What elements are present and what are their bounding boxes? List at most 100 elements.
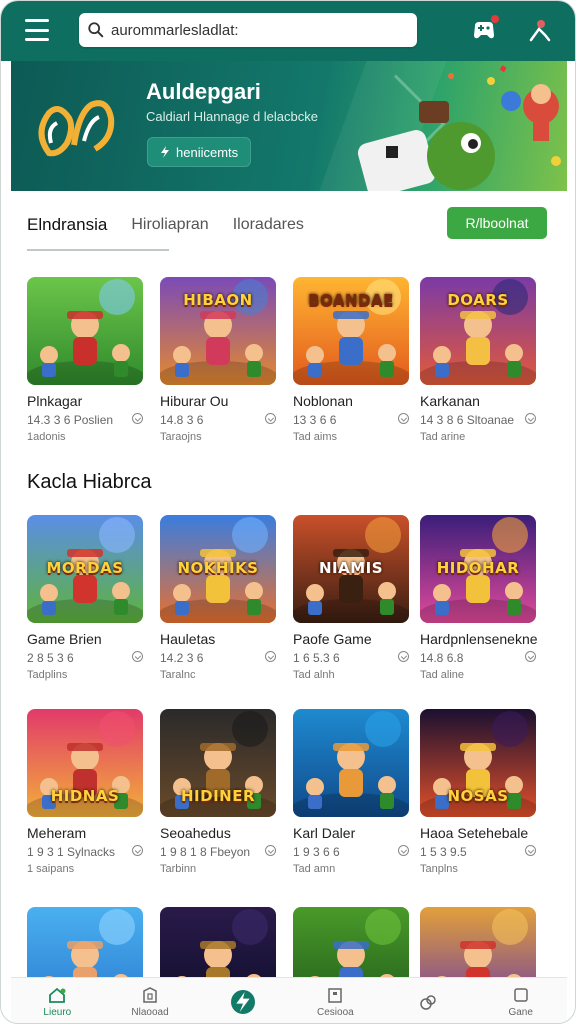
banner-button[interactable]: heniicemts [147,137,252,167]
game-card[interactable]: NIAMIS Paofe Game 1 6 5.3 6 Tad alnh [293,515,421,681]
search-input[interactable] [111,21,411,39]
game-tag: Taralnc [160,669,196,681]
nav-home[interactable]: Lieuro [11,978,104,1023]
game-card[interactable]: MORDAS Game Brien 2 8 5 3 6 Tadplins [27,515,155,681]
download-icon[interactable] [132,845,143,856]
nav-game-label: Gane [508,1007,533,1018]
download-icon[interactable] [398,845,409,856]
game-card[interactable]: DOARS Karkanan 14 3 8 6 Sltoanae Tad arine [420,277,548,443]
download-icon[interactable] [525,845,536,856]
game-thumbnail[interactable]: DOARS [420,277,536,385]
nav-store-label: Cesiooa [317,1007,354,1018]
download-icon[interactable] [398,413,409,424]
game-art-title: NOSAS [447,787,509,805]
game-title: Meheram [27,825,87,841]
game-meta: 2 8 5 3 6 [27,651,143,665]
game-meta-text: 1 9 8 1 8 Fbeyon [160,845,251,859]
game-title: Game Brien [27,631,102,647]
game-card[interactable]: HIDNAS Meheram 1 9 3 1 Sylnacks 1 saipans [27,709,155,875]
game-meta: 1 9 3 1 Sylnacks [27,845,143,859]
game-thumbnail[interactable] [293,709,409,817]
game-card[interactable]: BOANDAE Noblonan 13 3 6 6 Tad aims [293,277,421,443]
tab-0[interactable]: Elndransia [27,215,107,235]
promo-banner[interactable]: Auldepgari Caldiarl Hlannage d lelacbcke… [11,61,567,191]
banner-illustration [357,65,561,191]
tab-2[interactable]: Iloradares [233,216,304,234]
profile-icon[interactable] [525,15,555,45]
game-thumbnail[interactable]: HIDNAS [27,709,143,817]
game-meta-text: 14.3 3 6 Poslien [27,413,114,427]
game-art-title: HIBAON [183,291,253,309]
game-thumbnail[interactable] [27,277,143,385]
game-card[interactable]: HIDOHAR Hardpnlensenekne 14.8 6.8 Tad aline [420,515,548,681]
people-icon [420,994,436,1010]
search-icon [88,22,104,38]
nav-download[interactable]: Nlaooad [104,978,197,1023]
game-meta-text: 1 9 3 1 Sylnacks [27,845,116,859]
download-icon[interactable] [132,413,143,424]
nav-people[interactable] [382,978,475,1023]
nav-center[interactable] [196,978,289,1023]
tab-1[interactable]: Hiroliapran [131,216,208,234]
game-card[interactable]: NOSAS Haoa Setehebale 1 5 3 9.5 Tanplns [420,709,548,875]
game-meta: 14.2 3 6 [160,651,276,665]
download-icon[interactable] [265,651,276,662]
game-title: Hauletas [160,631,216,647]
search-box[interactable] [79,13,417,47]
game-title: Karkanan [420,393,480,409]
nav-home-label: Lieuro [43,1007,72,1018]
game-meta-text: 14.8 6.8 [420,651,464,665]
game-card[interactable]: HIDINER Seoahedus 1 9 8 1 8 Fbeyon Tarbinn [160,709,288,875]
download-icon[interactable] [265,413,276,424]
top-bar [1,1,575,61]
game-tag: Tad amn [293,863,336,875]
game-meta: 14 3 8 6 Sltoanae [420,413,536,427]
game-card[interactable]: NOKHIKS Hauletas 14.2 3 6 Taralnc [160,515,288,681]
game-title: Karl Daler [293,825,356,841]
game-thumbnail[interactable]: HIDOHAR [420,515,536,623]
bottom-nav: Lieuro Nlaooad Cesiooa Gane [11,977,567,1023]
nav-store[interactable]: Cesiooa [289,978,382,1023]
game-card[interactable]: Plnkagar 14.3 3 6 Poslien 1adonis [27,277,155,443]
game-tag: Tadplins [27,669,68,681]
game-thumbnail[interactable]: NIAMIS [293,515,409,623]
download-icon[interactable] [132,651,143,662]
game-art-title: HIDOHAR [436,559,520,577]
game-art-title: HIDNAS [50,787,120,805]
game-thumbnail[interactable]: MORDAS [27,515,143,623]
game-meta-text: 13 3 6 6 [293,413,337,427]
game-meta: 14.3 3 6 Poslien [27,413,143,427]
bolt-icon [236,991,250,1012]
game-meta-text: 14.8 3 6 [160,413,204,427]
download-icon[interactable] [525,651,536,662]
game-art-title: MORDAS [46,559,124,577]
game-card[interactable]: HIBAON Hiburar Ou 14.8 3 6 Taraojns [160,277,288,443]
nav-game[interactable]: Gane [474,978,567,1023]
download-icon[interactable] [398,651,409,662]
game-thumbnail[interactable]: BOANDAE [293,277,409,385]
banner-button-label: heniicemts [176,144,239,160]
game-meta: 1 9 8 1 8 Fbeyon [160,845,276,859]
game-thumbnail[interactable]: HIBAON [160,277,276,385]
download-icon[interactable] [525,413,536,424]
game-meta: 1 9 3 6 6 [293,845,409,859]
cta-button[interactable]: R/lboolnat [447,207,547,239]
hamburger-menu-icon[interactable] [25,19,49,41]
game-thumbnail[interactable]: NOKHIKS [160,515,276,623]
download-icon[interactable] [265,845,276,856]
game-meta-text: 1 9 3 6 6 [293,845,340,859]
building-icon [143,987,157,1003]
game-card[interactable]: Karl Daler 1 9 3 6 6 Tad amn [293,709,421,875]
bolt-icon [161,146,169,158]
game-title: Hardpnlensenekne [420,631,538,647]
square-icon [513,988,528,1002]
game-title: Hiburar Ou [160,393,229,409]
game-thumbnail[interactable]: HIDINER [160,709,276,817]
banner-subtitle: Caldiarl Hlannage d lelacbcke [146,109,318,124]
game-thumbnail[interactable]: NOSAS [420,709,536,817]
game-title: Noblonan [293,393,353,409]
section-title: Kacla Hiabrca [27,471,152,493]
gamepad-icon[interactable] [469,15,499,45]
tab-underline [27,249,169,251]
game-tag: Tanplns [420,863,458,875]
